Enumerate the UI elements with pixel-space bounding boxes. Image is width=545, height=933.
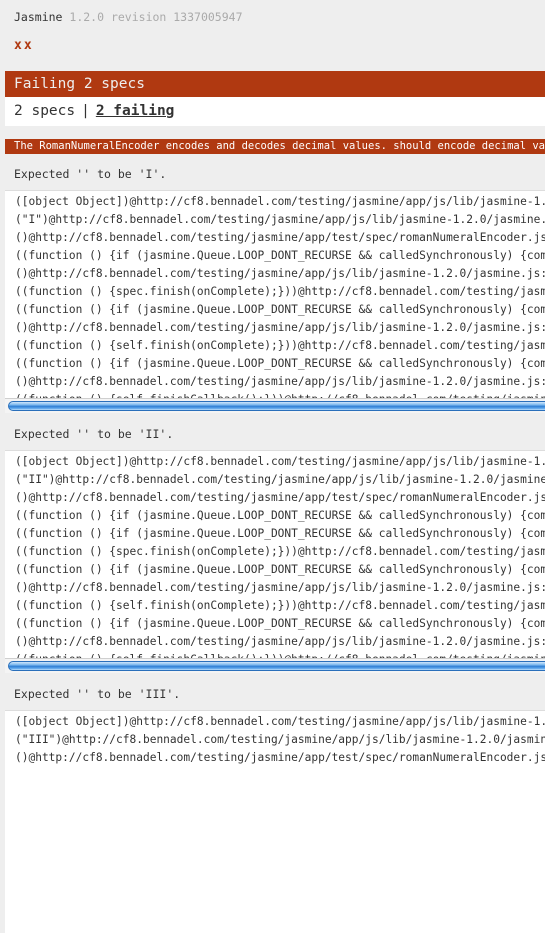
stack-line: ()@http://cf8.bennadel.com/testing/jasmi… bbox=[15, 375, 545, 388]
stack-line: ("II")@http://cf8.bennadel.com/testing/j… bbox=[15, 473, 545, 486]
stack-line: ()@http://cf8.bennadel.com/testing/jasmi… bbox=[15, 491, 545, 504]
stack-line: ([object Object])@http://cf8.bennadel.co… bbox=[15, 195, 545, 208]
stack-line: ([object Object])@http://cf8.bennadel.co… bbox=[15, 715, 545, 728]
result-message: Expected '' to be 'III'. bbox=[14, 687, 181, 701]
stack-line: ([object Object])@http://cf8.bennadel.co… bbox=[15, 455, 545, 468]
stack-line: ((function () {if (jasmine.Queue.LOOP_DO… bbox=[15, 357, 545, 370]
scrollbar-thumb[interactable] bbox=[8, 401, 545, 411]
horizontal-scrollbar[interactable] bbox=[5, 398, 545, 413]
result-message: Expected '' to be 'II'. bbox=[14, 427, 174, 441]
stack-lines: ([object Object])@http://cf8.bennadel.co… bbox=[5, 191, 545, 409]
summary-separator: | bbox=[81, 103, 90, 119]
stack-line: ((function () {if (jasmine.Queue.LOOP_DO… bbox=[15, 527, 545, 540]
stack-line: ((function () {spec.finish(onComplete);}… bbox=[15, 545, 545, 558]
stack-line: ("I")@http://cf8.bennadel.com/testing/ja… bbox=[15, 213, 545, 226]
stack-line: ((function () {if (jasmine.Queue.LOOP_DO… bbox=[15, 617, 545, 630]
result-block-2: Expected '' to be 'II'. ([object Object]… bbox=[5, 424, 545, 673]
stack-line: ()@http://cf8.bennadel.com/testing/jasmi… bbox=[15, 751, 545, 764]
spec-summary-bar: 2 specs | 2 failing bbox=[5, 97, 545, 126]
stack-line: ("III")@http://cf8.bennadel.com/testing/… bbox=[15, 733, 545, 746]
failing-specs-bar: Failing 2 specs bbox=[5, 71, 545, 97]
stack-line: ()@http://cf8.bennadel.com/testing/jasmi… bbox=[15, 231, 545, 244]
stack-line: ((function () {if (jasmine.Queue.LOOP_DO… bbox=[15, 509, 545, 522]
stack-line: ((function () {spec.finish(onComplete);}… bbox=[15, 285, 545, 298]
stack-line: ((function () {self.finish(onComplete);}… bbox=[15, 599, 545, 612]
failed-spec-name[interactable]: The RomanNumeralEncoder encodes and deco… bbox=[5, 139, 545, 154]
stack-trace[interactable]: ([object Object])@http://cf8.bennadel.co… bbox=[5, 710, 545, 933]
stack-line: ()@http://cf8.bennadel.com/testing/jasmi… bbox=[15, 267, 545, 280]
stack-line: ()@http://cf8.bennadel.com/testing/jasmi… bbox=[15, 635, 545, 648]
banner-title: Jasmine bbox=[14, 10, 63, 24]
result-block-1: Expected '' to be 'I'. ([object Object])… bbox=[5, 164, 545, 413]
scrollbar-thumb[interactable] bbox=[8, 661, 545, 671]
result-block-3: Expected '' to be 'III'. ([object Object… bbox=[5, 684, 545, 933]
jasmine-banner: Jasmine 1.2.0 revision 1337005947 bbox=[14, 10, 243, 24]
banner-version: 1.2.0 revision 1337005947 bbox=[69, 10, 243, 24]
spec-failure-symbols[interactable]: xx bbox=[14, 38, 34, 53]
stack-trace[interactable]: ([object Object])@http://cf8.bennadel.co… bbox=[5, 190, 545, 413]
stack-line: ((function () {if (jasmine.Queue.LOOP_DO… bbox=[15, 303, 545, 316]
stack-line: ((function () {if (jasmine.Queue.LOOP_DO… bbox=[15, 249, 545, 262]
horizontal-scrollbar[interactable] bbox=[5, 658, 545, 673]
result-message: Expected '' to be 'I'. bbox=[14, 167, 167, 181]
stack-line: ()@http://cf8.bennadel.com/testing/jasmi… bbox=[15, 581, 545, 594]
stack-line: ()@http://cf8.bennadel.com/testing/jasmi… bbox=[15, 321, 545, 334]
stack-line: ((function () {if (jasmine.Queue.LOOP_DO… bbox=[15, 563, 545, 576]
stack-lines: ([object Object])@http://cf8.bennadel.co… bbox=[5, 711, 545, 767]
stack-line: ((function () {self.finish(onComplete);}… bbox=[15, 339, 545, 352]
failing-link[interactable]: 2 failing bbox=[96, 103, 175, 119]
specs-count: 2 specs bbox=[14, 103, 76, 119]
stack-trace[interactable]: ([object Object])@http://cf8.bennadel.co… bbox=[5, 450, 545, 673]
stack-lines: ([object Object])@http://cf8.bennadel.co… bbox=[5, 451, 545, 669]
